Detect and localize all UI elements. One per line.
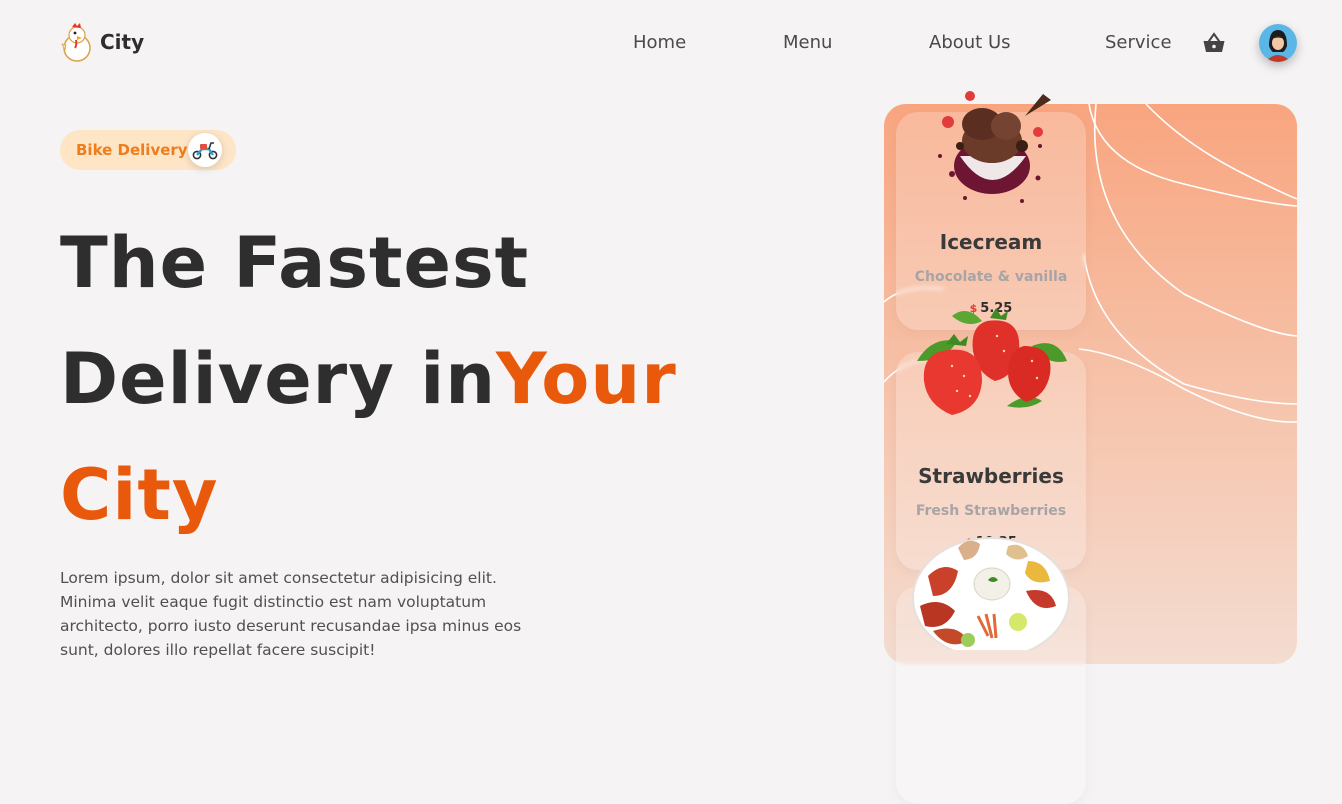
card-subtitle: Fresh Strawberries [915, 503, 1067, 519]
user-avatar[interactable] [1259, 24, 1297, 62]
card-title: Icecream [939, 230, 1043, 254]
card-title: Strawberries [918, 464, 1064, 488]
hero-headline: The Fastest Delivery inYour City [60, 205, 677, 553]
brand-name: City [100, 30, 145, 54]
icecream-image [938, 91, 1051, 203]
badge-label: Bike Delivery [76, 141, 188, 159]
chicken-mascot-icon [61, 23, 91, 62]
nav-home[interactable]: Home [633, 32, 686, 53]
bike-delivery-badge: Bike Delivery [60, 130, 236, 170]
scooter-icon [188, 133, 222, 167]
card-subtitle: Chocolate & vanilla [914, 269, 1068, 285]
headline-highlight-your: Your [496, 338, 677, 420]
brand-logo[interactable]: City [60, 22, 144, 62]
headline-line-2: Delivery in [60, 338, 497, 420]
headline-line-1: The Fastest [60, 222, 530, 304]
headline-highlight-city: City [60, 454, 219, 536]
strawberry-image [917, 308, 1067, 415]
chicken-platter-image [912, 537, 1070, 650]
hero-description: Lorem ipsum, dolor sit amet consectetur … [60, 569, 522, 659]
nav-service[interactable]: Service [1105, 32, 1172, 53]
basket-icon[interactable] [1202, 31, 1226, 55]
avatar-image [1259, 24, 1297, 62]
nav-menu[interactable]: Menu [783, 32, 832, 53]
nav-about-us[interactable]: About Us [929, 32, 1011, 53]
site-header: City Home Menu About Us Service [0, 0, 1342, 86]
